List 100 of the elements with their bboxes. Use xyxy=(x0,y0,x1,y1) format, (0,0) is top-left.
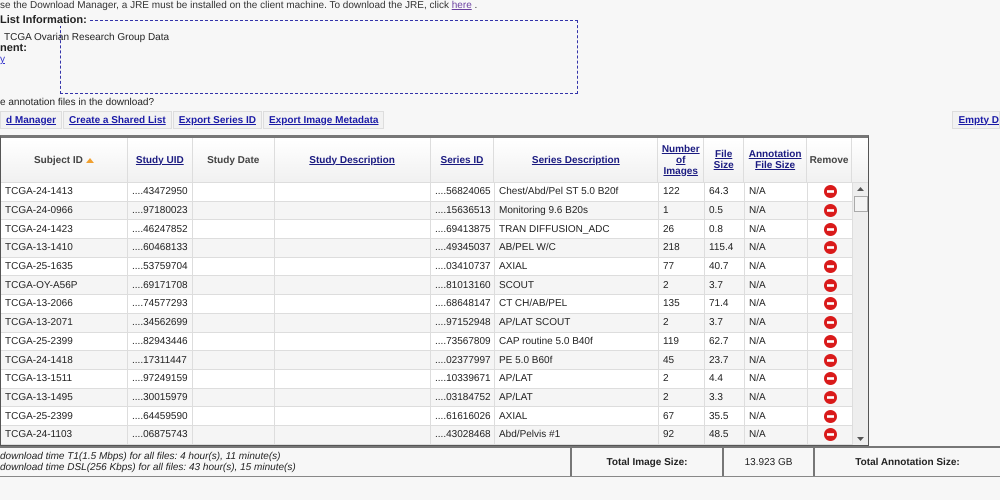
action-button[interactable]: Create a Shared List xyxy=(63,111,172,129)
table-cell: 2 xyxy=(663,280,669,291)
column-header[interactable]: File Size xyxy=(704,138,744,182)
table-cell: 48.5 xyxy=(709,429,728,440)
table-cell: N/A xyxy=(749,224,766,235)
remove-icon[interactable] xyxy=(824,204,836,218)
table-cell: 26 xyxy=(663,224,674,235)
remove-icon[interactable] xyxy=(824,316,836,330)
remove-icon[interactable] xyxy=(824,297,836,310)
remove-icon[interactable] xyxy=(824,390,836,404)
table-cell: 135 xyxy=(663,298,680,310)
table-cell: PE 5.0 B60f xyxy=(499,354,552,366)
scroll-down-icon[interactable] xyxy=(857,437,864,441)
table-cell: N/A xyxy=(749,280,766,291)
scrollbar[interactable] xyxy=(853,183,868,445)
table-cell: Abd/Pelvis #1 xyxy=(499,429,560,440)
remove-icon[interactable] xyxy=(824,334,836,348)
empty-button[interactable]: Empty D xyxy=(952,111,1000,129)
table-cell: 62.7 xyxy=(709,336,728,347)
table-cell: 3.7 xyxy=(709,280,723,291)
table-cell: 2 xyxy=(663,317,669,328)
remove-icon[interactable] xyxy=(824,260,836,274)
remove-icon[interactable] xyxy=(824,410,836,423)
table-cell: ....82943446 xyxy=(132,336,188,347)
table-cell: 35.5 xyxy=(709,410,728,422)
table-cell: TCGA-24-1103 xyxy=(5,429,72,440)
total-image-size-value: 13.923 GB xyxy=(744,456,792,468)
table-cell: 92 xyxy=(663,429,674,440)
remove-icon[interactable] xyxy=(824,241,836,254)
remove-icon[interactable] xyxy=(824,354,836,367)
table-cell: CAP routine 5.0 B40f xyxy=(499,336,593,347)
table-cell: ....74577293 xyxy=(132,298,188,310)
table-cell: ....43472950 xyxy=(132,186,188,198)
column-header[interactable]: Annotation File Size xyxy=(744,138,808,182)
column-header[interactable]: Study UID xyxy=(128,138,193,182)
column-header[interactable]: Study Description xyxy=(274,138,430,182)
scrollbar-thumb[interactable] xyxy=(854,196,868,212)
list-information-legend: List Information: xyxy=(0,14,89,26)
table-cell: 40.7 xyxy=(709,261,728,272)
table-cell: ....06875743 xyxy=(132,429,188,440)
table-cell: TCGA-13-1511 xyxy=(5,373,72,384)
table-cell: 45 xyxy=(663,354,674,366)
table-cell: N/A xyxy=(749,242,766,254)
here-link[interactable]: here xyxy=(452,0,472,11)
remove-icon[interactable] xyxy=(824,185,836,198)
remove-icon[interactable] xyxy=(824,372,836,386)
table-cell: ....97180023 xyxy=(132,205,188,216)
table-cell: ....03410737 xyxy=(435,261,491,272)
table-cell: N/A xyxy=(749,317,766,328)
table-cell: N/A xyxy=(749,205,766,216)
table-cell: N/A xyxy=(749,298,766,310)
table-cell: TCGA-13-1410 xyxy=(5,242,73,254)
column-header[interactable]: Number of Images xyxy=(658,138,704,182)
remove-icon[interactable] xyxy=(824,278,836,292)
total-image-size-label: Total Image Size: xyxy=(606,456,688,468)
table-cell: ....68648147 xyxy=(435,298,491,310)
table-cell: ....61616026 xyxy=(435,410,491,422)
table-cell: TCGA-13-2066 xyxy=(5,298,73,310)
table-cell: TCGA-24-1413 xyxy=(5,186,73,198)
table-cell: ....17311447 xyxy=(132,354,187,366)
table-cell: 0.5 xyxy=(709,205,723,216)
table-cell: TCGA-25-2399 xyxy=(5,410,73,422)
table-cell: 71.4 xyxy=(709,298,728,310)
table-cell: N/A xyxy=(749,261,766,272)
table-cell: SCOUT xyxy=(499,280,534,291)
table-cell: AB/PEL W/C xyxy=(499,242,556,254)
table-cell: ....10339671 xyxy=(435,373,491,384)
column-header: Study Date xyxy=(192,138,275,182)
info-link[interactable]: y xyxy=(0,54,5,65)
table-cell: 3.3 xyxy=(709,392,723,403)
table-cell: AP/LAT xyxy=(499,373,533,384)
table-cell: 4.4 xyxy=(709,373,723,384)
table-cell: ....69171708 xyxy=(132,280,188,291)
action-button[interactable]: d Manager xyxy=(0,111,62,129)
action-button[interactable]: Export Image Metadata xyxy=(263,111,384,129)
table-cell: 1 xyxy=(663,205,669,216)
table-cell: ....46247852 xyxy=(132,224,188,235)
remove-icon[interactable] xyxy=(824,428,836,442)
column-header[interactable]: Series Description xyxy=(494,138,658,182)
scroll-up-icon[interactable] xyxy=(857,187,864,191)
table-cell: 2 xyxy=(663,373,669,384)
action-button[interactable]: Export Series ID xyxy=(172,111,262,129)
table-cell: TCGA-24-1418 xyxy=(5,354,73,366)
column-header[interactable]: Series ID xyxy=(430,138,494,182)
table-cell: N/A xyxy=(749,429,766,440)
download-time-text: download time DSL(256 Kbps) for all files: 43 hour(s), 15 minute(s) xyxy=(0,462,296,473)
table-cell: TRAN DIFFUSION_ADC xyxy=(499,224,610,235)
table-cell: ....15636513 xyxy=(435,205,491,216)
table-cell: 3.7 xyxy=(709,317,723,328)
table-cell: AP/LAT SCOUT xyxy=(499,317,570,328)
table-cell: TCGA-13-2071 xyxy=(5,317,73,328)
table-cell: CT CH/AB/PEL xyxy=(499,298,568,310)
table-cell: TCGA-25-1635 xyxy=(5,261,73,272)
download-time-text: download time T1(1.5 Mbps) for all files: 4 hour(s), 11 minute(s) xyxy=(0,451,280,462)
table-cell: 119 xyxy=(663,336,679,347)
table-cell: ....34562699 xyxy=(132,317,188,328)
table-cell: ....64459590 xyxy=(132,410,188,422)
table-cell: ....03184752 xyxy=(435,392,491,403)
remove-icon[interactable] xyxy=(824,222,836,236)
table-cell: 0.8 xyxy=(709,224,723,235)
